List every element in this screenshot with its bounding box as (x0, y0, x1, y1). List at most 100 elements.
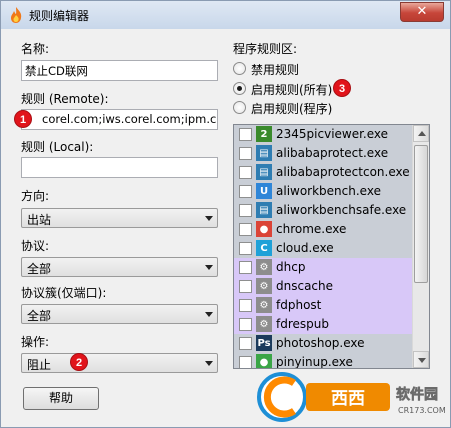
close-button[interactable]: ✕ (400, 2, 444, 22)
pinyin-icon: ● (256, 354, 272, 368)
chevron-down-icon (205, 216, 213, 221)
chevron-down-icon (418, 358, 426, 363)
program-checkbox[interactable] (239, 299, 252, 312)
program-list-item[interactable]: ⚙ fdrespub (234, 315, 413, 334)
service-gear-icon: ⚙ (256, 278, 272, 294)
local-rule-label: 规则 (Local): (21, 140, 94, 154)
remote-rule-field[interactable]: corel.com;iws.corel.com;ipm.corel.com (21, 109, 218, 130)
program-name: pinyinup.exe (276, 355, 353, 368)
program-name: cloud.exe (276, 241, 334, 255)
action-select[interactable]: 阻止 (21, 353, 218, 373)
radio-enable-program[interactable]: 启用规则(程序) (233, 100, 353, 116)
program-list-item[interactable]: ⚙ fdphost (234, 296, 413, 315)
annotation-badge-1: 1 (14, 110, 32, 128)
action-value: 阻止 (27, 358, 52, 372)
name-label: 名称: (21, 42, 50, 56)
chrome-icon: ● (256, 221, 272, 237)
program-checkbox[interactable] (239, 128, 252, 141)
service-gear-icon: ⚙ (256, 297, 272, 313)
program-name: alibabaprotectcon.exe (276, 165, 410, 179)
program-list-item[interactable]: ⚙ dnscache (234, 277, 413, 296)
radio-label: 启用规则(程序) (251, 102, 333, 116)
program-checkbox[interactable] (239, 356, 252, 368)
program-list-items: 2 2345picviewer.exe ▤ alibabaprotect.exe ▤ al… (234, 125, 413, 368)
picviewer-icon: 2 (256, 126, 272, 142)
title-bar[interactable]: 规则编辑器 ✕ (1, 1, 450, 29)
rule-editor-window: 规则编辑器 ✕ 名称: 禁止CD联网 规则 (Remote): corel.co… (0, 0, 451, 428)
program-name: aliworkbench.exe (276, 184, 381, 198)
program-list-item[interactable]: ● chrome.exe (234, 220, 413, 239)
direction-value: 出站 (27, 213, 52, 227)
svg-text:CR173.COM: CR173.COM (398, 406, 446, 415)
program-name: photoshop.exe (276, 336, 365, 350)
radio-button[interactable] (233, 62, 246, 75)
program-list-item[interactable]: Ualiworkbench.exe (234, 182, 413, 201)
photoshop-icon: Ps (256, 335, 272, 351)
program-checkbox[interactable] (239, 337, 252, 350)
aliworkbench-icon: U (256, 183, 272, 199)
program-name: fdrespub (276, 317, 329, 331)
program-list-item[interactable]: ● pinyinup.exe (234, 353, 413, 368)
window-title: 规则编辑器 (29, 9, 90, 23)
help-button[interactable]: 帮助 (23, 387, 99, 410)
chevron-down-icon (205, 312, 213, 317)
direction-select[interactable]: 出站 (21, 208, 218, 228)
program-name: 2345picviewer.exe (276, 127, 389, 141)
cloud-icon: C (256, 240, 272, 256)
annotation-badge-3: 3 (333, 79, 351, 97)
program-list-item[interactable]: 2 2345picviewer.exe (234, 125, 413, 144)
close-icon: ✕ (416, 4, 428, 19)
program-checkbox[interactable] (239, 185, 252, 198)
program-list-item[interactable]: ▤ aliworkbenchsafe.exe (234, 201, 413, 220)
program-name: dhcp (276, 260, 306, 274)
radio-label: 禁用规则 (251, 63, 300, 77)
program-list-item[interactable]: Ccloud.exe (234, 239, 413, 258)
program-list-item[interactable]: ▤ alibabaprotectcon.exe (234, 163, 413, 182)
program-checkbox[interactable] (239, 204, 252, 217)
app-window-icon: ▤ (256, 202, 272, 218)
protocol-family-label: 协议簇(仅端口): (21, 286, 107, 300)
program-checkbox[interactable] (239, 223, 252, 236)
program-checkbox[interactable] (239, 261, 252, 274)
name-field[interactable]: 禁止CD联网 (21, 60, 218, 81)
service-gear-icon: ⚙ (256, 316, 272, 332)
program-list-item[interactable]: ⚙ dhcp (234, 258, 413, 277)
program-name: alibabaprotect.exe (276, 146, 389, 160)
vertical-scrollbar[interactable] (412, 125, 429, 368)
program-list-item[interactable]: Ps photoshop.exe (234, 334, 413, 353)
chevron-up-icon (418, 131, 426, 136)
scroll-thumb[interactable] (414, 145, 428, 283)
program-list[interactable]: 2 2345picviewer.exe ▤ alibabaprotect.exe ▤ al… (233, 124, 430, 369)
flame-icon (11, 7, 22, 23)
direction-label: 方向: (21, 189, 50, 203)
radio-label: 启用规则(所有) (251, 83, 333, 97)
svg-text:软件园: 软件园 (396, 386, 438, 403)
protocol-family-value: 全部 (27, 309, 52, 323)
scroll-down-button[interactable] (413, 351, 429, 368)
program-name: aliworkbenchsafe.exe (276, 203, 407, 217)
local-rule-field[interactable] (21, 157, 218, 178)
program-name: fdphost (276, 298, 322, 312)
program-checkbox[interactable] (239, 166, 252, 179)
action-label: 操作: (21, 335, 50, 349)
radio-disable-rule[interactable]: 禁用规则 (233, 61, 353, 77)
radio-button-selected[interactable] (233, 82, 246, 95)
protocol-value: 全部 (27, 262, 52, 276)
app-window-icon: ▤ (256, 145, 272, 161)
program-checkbox[interactable] (239, 147, 252, 160)
cr173-watermark-logo: 西西 软件园 CR173.COM (257, 372, 446, 422)
radio-button[interactable] (233, 101, 246, 114)
program-checkbox[interactable] (239, 280, 252, 293)
program-checkbox[interactable] (239, 318, 252, 331)
dialog-body: 名称: 禁止CD联网 规则 (Remote): corel.com;iws.co… (9, 29, 442, 421)
program-checkbox[interactable] (239, 242, 252, 255)
annotation-badge-2: 2 (70, 353, 88, 371)
chevron-down-icon (205, 361, 213, 366)
program-area-label: 程序规则区: (233, 42, 298, 56)
scroll-up-button[interactable] (413, 125, 429, 142)
program-list-item[interactable]: ▤ alibabaprotect.exe (234, 144, 413, 163)
protocol-label: 协议: (21, 239, 50, 253)
protocol-select[interactable]: 全部 (21, 257, 218, 277)
protocol-family-select[interactable]: 全部 (21, 304, 218, 324)
app-window-icon: ▤ (256, 164, 272, 180)
